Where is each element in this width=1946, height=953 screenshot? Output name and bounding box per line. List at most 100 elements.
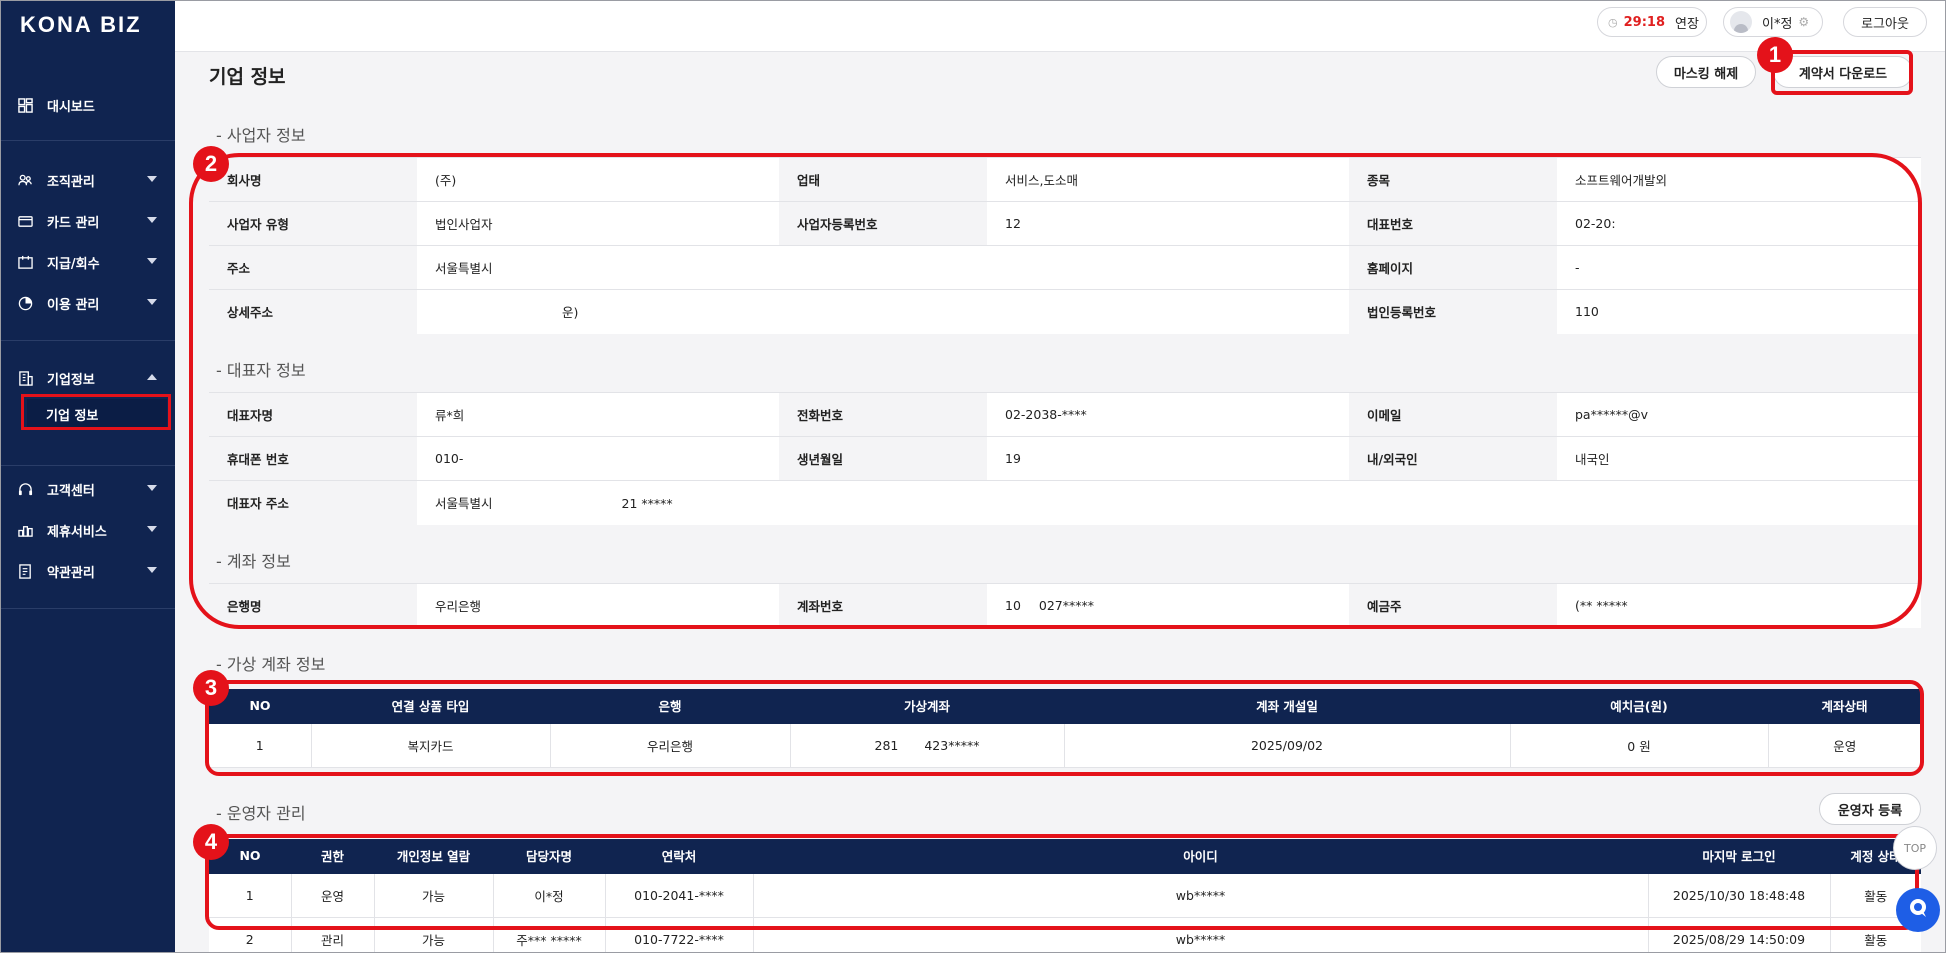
building-icon [17, 370, 33, 386]
scroll-top-button[interactable]: TOP [1893, 826, 1937, 870]
info-row: 대표자명 류*희 전화번호 02-2038-**** 이메일 pa******@… [209, 392, 1921, 437]
info-label: 은행명 [209, 583, 417, 628]
info-label: 종목 [1349, 157, 1557, 202]
table-cell: 운영 [291, 873, 375, 918]
column-header[interactable]: 예치금(원) [1510, 689, 1768, 724]
column-header[interactable]: 개인정보 열람 [374, 839, 493, 874]
sidebar-subitem-company-info[interactable]: 기업 정보 [27, 399, 167, 429]
info-row: 대표자 주소 서울특별시 21 ***** [209, 480, 1921, 525]
info-value: 19 [987, 436, 1349, 481]
sidebar-item-partner[interactable]: 제휴서비스 [0, 515, 175, 545]
info-label: 휴대폰 번호 [209, 436, 417, 481]
gear-icon[interactable]: ⚙ [1798, 15, 1809, 29]
extend-button[interactable]: 연장 [1675, 13, 1699, 32]
info-label: 생년월일 [779, 436, 987, 481]
table-cell: 010-7722-**** [605, 917, 754, 953]
account-part: 10 [1005, 598, 1021, 614]
app-logo[interactable]: KONA BIZ [20, 12, 142, 38]
section-title-operators: - 운영자 관리 [216, 804, 306, 823]
info-value: 서비스,도소매 [987, 157, 1349, 202]
info-label: 주소 [209, 245, 417, 290]
table-cell: wb***** [753, 917, 1649, 953]
info-value: 02-20: [1557, 201, 1921, 246]
table-cell: 1 [209, 873, 292, 918]
contract-download-button[interactable]: 계약서 다운로드 [1773, 56, 1913, 88]
sidebar-item-support[interactable]: 고객센터 [0, 474, 175, 504]
column-header[interactable]: 계좌 개설일 [1064, 689, 1510, 724]
column-header[interactable]: 계좌상태 [1768, 689, 1921, 724]
info-row: 휴대폰 번호 010- 생년월일 19 내/외국인 내국인 [209, 436, 1921, 481]
annotation-badge-2: 2 [193, 146, 229, 182]
sidebar-item-usage[interactable]: 이용 관리 [0, 288, 175, 318]
nav-divider [0, 140, 175, 141]
sidebar-item-org[interactable]: 조직관리 [0, 165, 175, 195]
column-header[interactable]: 연락처 [605, 839, 753, 874]
dashboard-icon [17, 97, 33, 113]
table-cell: 관리 [291, 917, 375, 953]
chat-button[interactable] [1896, 888, 1940, 932]
table-cell: 2025/10/30 18:48:48 [1648, 873, 1831, 918]
logout-button[interactable]: 로그아웃 [1843, 7, 1927, 37]
nav-divider [0, 465, 175, 466]
nav-divider [0, 340, 175, 341]
info-value: 110 [1557, 289, 1921, 334]
table-cell: 복지카드 [311, 723, 551, 768]
sidebar-item-terms[interactable]: 약관관리 [0, 556, 175, 586]
chevron-down-icon [147, 526, 157, 532]
column-header[interactable]: 은행 [550, 689, 790, 724]
sidebar-item-label: 고객센터 [47, 483, 95, 499]
section-title-business: - 사업자 정보 [216, 126, 306, 145]
headset-icon [17, 481, 33, 497]
sidebar-item-company[interactable]: 기업정보 [0, 363, 175, 393]
sidebar-item-payment[interactable]: 지급/회수 [0, 247, 175, 277]
column-header[interactable]: 권한 [291, 839, 374, 874]
virtual-account-part: 423***** [924, 737, 980, 753]
card-icon [17, 213, 33, 229]
info-value: 류*희 [417, 392, 779, 437]
chevron-down-icon [147, 299, 157, 305]
info-value: 서울특별시 [417, 245, 1349, 290]
user-menu[interactable]: 이*정 ⚙ [1723, 7, 1823, 37]
sidebar-item-label: 지급/회수 [47, 256, 100, 272]
table-header-row: NO 연결 상품 타입 은행 가상계좌 계좌 개설일 예치금(원) 계좌상태 [209, 689, 1921, 724]
table-cell: 2025/08/29 14:50:09 [1648, 917, 1831, 953]
column-header[interactable]: 연결 상품 타입 [311, 689, 550, 724]
sidebar-item-card[interactable]: 카드 관리 [0, 206, 175, 236]
usage-icon [17, 295, 33, 311]
unmask-button[interactable]: 마스킹 해제 [1656, 56, 1756, 88]
table-row[interactable]: 1 운영 가능 이*정 010-2041-**** wb***** 2025/1… [209, 873, 1921, 918]
table-row[interactable]: 2 관리 가능 주*** ***** 010-7722-**** wb*****… [209, 917, 1921, 953]
table-row[interactable]: 1 복지카드 우리은행 281 423***** 2025/09/02 0 원 … [209, 723, 1921, 768]
info-label: 상세주소 [209, 289, 417, 334]
chevron-down-icon [147, 258, 157, 264]
chevron-down-icon [147, 217, 157, 223]
info-value: (** ***** [1557, 583, 1921, 628]
session-timer[interactable]: ◷ 29:18 연장 [1597, 7, 1707, 37]
column-header[interactable]: 아이디 [753, 839, 1648, 874]
operators-table: NO 권한 개인정보 열람 담당자명 연락처 아이디 마지막 로그인 계정 상태… [209, 839, 1921, 953]
column-header[interactable]: 가상계좌 [790, 689, 1064, 724]
info-value: 내국인 [1557, 436, 1921, 481]
info-label: 대표자명 [209, 392, 417, 437]
info-label: 사업자등록번호 [779, 201, 987, 246]
info-label: 계좌번호 [779, 583, 987, 628]
virtual-account-table: NO 연결 상품 타입 은행 가상계좌 계좌 개설일 예치금(원) 계좌상태 1… [209, 689, 1921, 768]
register-operator-button[interactable]: 운영자 등록 [1819, 793, 1921, 825]
sidebar-item-label: 약관관리 [47, 565, 95, 581]
table-cell: 이*정 [493, 873, 606, 918]
info-row: 상세주소 운) 법인등록번호 110 [209, 289, 1921, 334]
sidebar-item-dashboard[interactable]: 대시보드 [0, 90, 175, 120]
info-label: 예금주 [1349, 583, 1557, 628]
table-cell: 1 [209, 723, 312, 768]
info-row: 회사명 (주) 업태 서비스,도소매 종목 소프트웨어개발외 [209, 157, 1921, 202]
info-label: 법인등록번호 [1349, 289, 1557, 334]
chevron-down-icon [147, 485, 157, 491]
info-value: 서울특별시 21 ***** [417, 480, 1921, 525]
chat-icon [1907, 897, 1929, 923]
info-label: 회사명 [209, 157, 417, 202]
top-bar: ◷ 29:18 연장 이*정 ⚙ 로그아웃 [175, 0, 1946, 52]
column-header[interactable]: 담당자명 [493, 839, 605, 874]
user-name: 이*정 [1762, 16, 1793, 32]
column-header[interactable]: 마지막 로그인 [1648, 839, 1830, 874]
table-header-row: NO 권한 개인정보 열람 담당자명 연락처 아이디 마지막 로그인 계정 상태 [209, 839, 1921, 874]
